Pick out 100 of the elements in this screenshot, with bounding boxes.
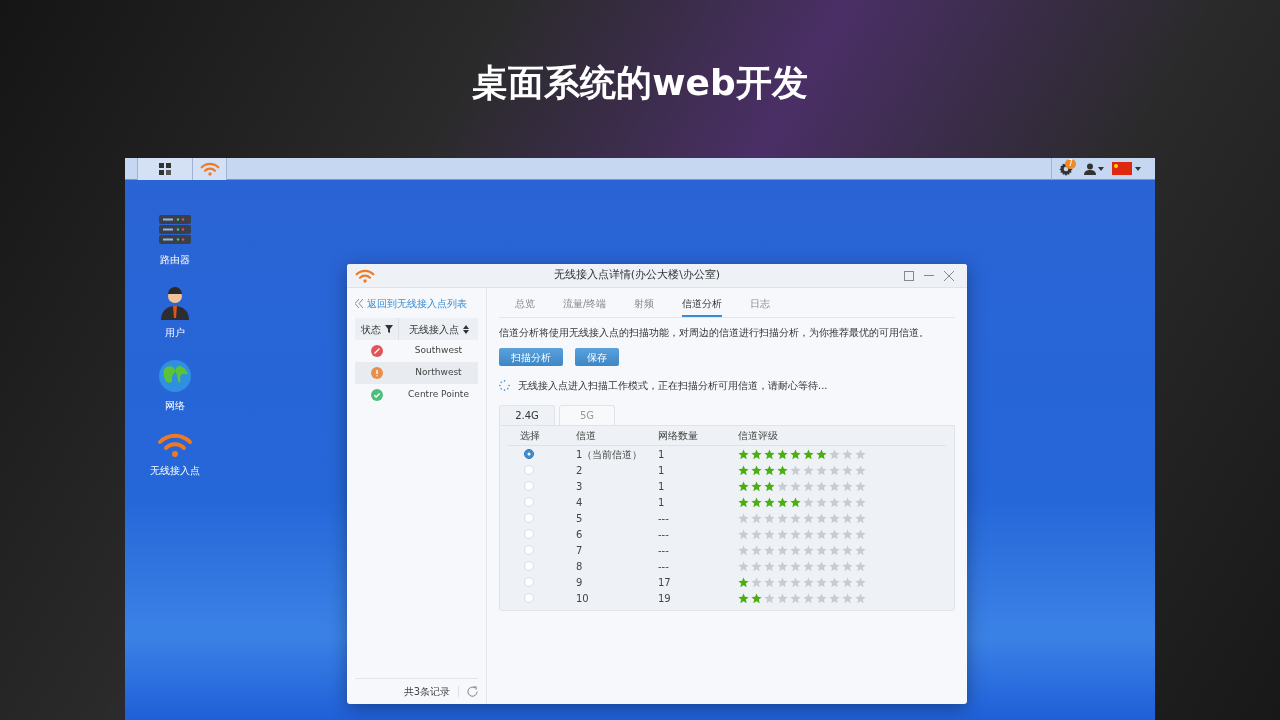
star-icon (790, 576, 801, 588)
access-point-row[interactable]: Centre Pointe (355, 384, 478, 406)
star-icon (829, 544, 840, 556)
channel-number: 10 (575, 591, 590, 606)
star-icon (790, 528, 801, 540)
band-tab[interactable]: 2.4G (499, 405, 555, 425)
column-header: 网络数量 (658, 429, 699, 443)
access-point-name: Northwest (414, 366, 463, 380)
star-icon (829, 592, 840, 604)
desktop-icon-label[interactable]: 路由器 (160, 252, 190, 267)
error-icon (371, 345, 383, 357)
channel-number: 4 (575, 495, 584, 510)
star-icon (751, 592, 762, 604)
star-icon (751, 464, 762, 476)
star-icon (855, 576, 866, 588)
star-icon (855, 592, 866, 604)
back-link[interactable]: 返回到无线接入点列表 (355, 288, 478, 318)
star-icon (803, 448, 814, 460)
star-icon (738, 512, 749, 524)
refresh-button[interactable] (458, 686, 478, 697)
star-icon (829, 448, 840, 460)
star-icon (738, 576, 749, 588)
tab[interactable]: 日志 (750, 296, 771, 317)
star-icon (764, 496, 775, 508)
star-icon (790, 512, 801, 524)
star-icon (803, 592, 814, 604)
channel-number: 5 (575, 511, 584, 526)
star-icon (764, 544, 775, 556)
double-chevron-icon (355, 298, 363, 308)
close-button[interactable] (942, 268, 956, 283)
network-count: --- (658, 543, 670, 558)
action-button[interactable]: 保存 (575, 348, 619, 366)
star-icon (751, 528, 762, 540)
network-count: 19 (658, 591, 672, 606)
tab[interactable]: 信道分析 (682, 296, 723, 317)
star-icon (803, 512, 814, 524)
star-icon (842, 592, 853, 604)
star-icon (764, 512, 775, 524)
star-icon (816, 528, 827, 540)
network-count: 1 (658, 447, 666, 462)
star-icon (803, 576, 814, 588)
star-icon (738, 480, 749, 492)
star-icon (816, 480, 827, 492)
channel-number: 7 (575, 543, 584, 558)
star-icon (777, 592, 788, 604)
star-icon (855, 512, 866, 524)
app-grid-button[interactable] (137, 157, 193, 180)
wifi-icon (157, 431, 193, 459)
network-count: 1 (658, 479, 666, 494)
access-point-name: Southwest (413, 344, 464, 358)
access-point-row[interactable]: Southwest (355, 340, 478, 362)
desktop-icon-label[interactable]: 用户 (165, 325, 185, 340)
star-icon (855, 496, 866, 508)
star-icon (764, 576, 775, 588)
star-icon (803, 528, 814, 540)
globe-icon (157, 358, 193, 394)
star-icon (751, 480, 762, 492)
taskbar-app-button[interactable] (193, 157, 227, 180)
desktop-icon-label[interactable]: 网络 (165, 398, 185, 413)
column-header[interactable]: 无线接入点 (399, 318, 478, 340)
desktop-icon-label[interactable]: 无线接入点 (150, 463, 200, 478)
star-icon (803, 464, 814, 476)
star-icon (855, 480, 866, 492)
column-header[interactable]: 状态 (355, 318, 399, 340)
star-icon (790, 448, 801, 460)
star-icon (738, 528, 749, 540)
slide-title: 桌面系统的web开发 (472, 61, 808, 105)
star-icon (842, 480, 853, 492)
action-button[interactable]: 扫描分析 (499, 348, 563, 366)
column-header: 信道评级 (738, 429, 779, 443)
flag-icon (1111, 162, 1132, 175)
tab[interactable]: 流量/终端 (563, 296, 607, 317)
star-icon (816, 448, 827, 460)
channel-number: 1（当前信道） (575, 447, 644, 462)
star-icon (829, 512, 840, 524)
star-icon (816, 576, 827, 588)
star-icon (777, 512, 788, 524)
star-icon (803, 496, 814, 508)
star-icon (855, 448, 866, 460)
star-icon (790, 464, 801, 476)
warning-icon (371, 367, 383, 379)
star-icon (842, 528, 853, 540)
band-tab[interactable]: 5G (559, 405, 615, 425)
scan-status-text: 无线接入点进入扫描工作模式，正在扫描分析可用信道，请耐心等待... (518, 379, 828, 393)
star-icon (777, 480, 788, 492)
radio-button[interactable] (524, 449, 534, 459)
tab[interactable]: 总览 (515, 296, 535, 317)
column-header: 信道 (575, 429, 597, 443)
tab[interactable]: 射频 (634, 296, 655, 317)
check-icon (371, 389, 383, 401)
person-icon (1084, 162, 1096, 175)
star-icon (751, 576, 762, 588)
maximize-button[interactable] (902, 268, 916, 283)
star-icon (738, 464, 749, 476)
star-icon (816, 560, 827, 572)
access-point-row[interactable]: Northwest (355, 362, 478, 384)
star-icon (777, 560, 788, 572)
star-icon (816, 512, 827, 524)
description-text: 信道分析将使用无线接入点的扫描功能，对周边的信道进行扫描分析，为你推荐最优的可用信道。 (499, 326, 930, 340)
spinner-icon (499, 380, 510, 391)
